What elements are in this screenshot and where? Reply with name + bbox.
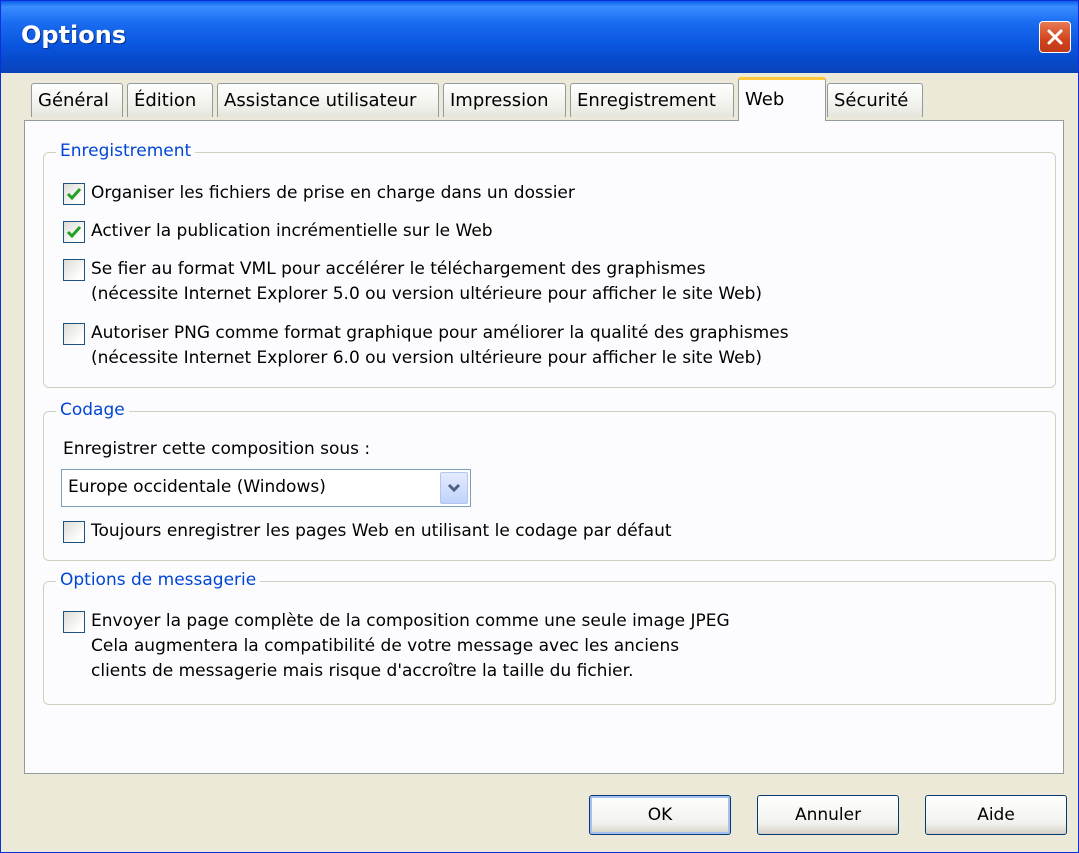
tab-enregistrement[interactable]: Enregistrement <box>570 83 734 117</box>
option-format-vml[interactable]: Se fier au format VML pour accélérer le … <box>63 257 762 307</box>
tab-impression[interactable]: Impression <box>443 83 566 117</box>
option-label: Autoriser PNG comme format graphique pou… <box>91 323 789 368</box>
window-title: Options <box>21 21 127 49</box>
cancel-button[interactable]: Annuler <box>757 795 899 835</box>
chevron-down-icon <box>447 483 461 493</box>
title-bar[interactable]: Options <box>1 1 1078 73</box>
encoding-select[interactable]: Europe occidentale (Windows) <box>61 469 471 507</box>
option-label: Organiser les fichiers de prise en charg… <box>91 183 575 203</box>
option-label: Activer la publication incrémentielle su… <box>91 221 493 241</box>
checkmark-icon <box>66 188 82 201</box>
option-label: Toujours enregistrer les pages Web en ut… <box>91 521 672 541</box>
help-button[interactable]: Aide <box>925 795 1067 835</box>
encoding-value: Europe occidentale (Windows) <box>68 477 326 497</box>
checkbox[interactable] <box>63 323 85 345</box>
group-legend: Codage <box>56 400 129 420</box>
option-publication-incrementielle[interactable]: Activer la publication incrémentielle su… <box>63 219 493 244</box>
checkbox[interactable] <box>63 259 85 281</box>
tab-web[interactable]: Web <box>738 77 826 121</box>
option-organiser-fichiers[interactable]: Organiser les fichiers de prise en charg… <box>63 181 575 206</box>
option-label: Envoyer la page complète de la compositi… <box>91 611 730 681</box>
close-icon <box>1047 29 1063 45</box>
tab-securite[interactable]: Sécurité <box>827 83 923 117</box>
options-dialog: Options Général Édition Assistance utili… <box>0 0 1079 853</box>
save-as-label: Enregistrer cette composition sous : <box>63 439 371 459</box>
tab-general[interactable]: Général <box>31 83 123 117</box>
option-label: Se fier au format VML pour accélérer le … <box>91 259 763 304</box>
tab-assistance-utilisateur[interactable]: Assistance utilisateur <box>217 83 439 117</box>
ok-button[interactable]: OK <box>589 795 731 835</box>
option-format-png[interactable]: Autoriser PNG comme format graphique pou… <box>63 321 789 371</box>
option-toujours-codage-defaut[interactable]: Toujours enregistrer les pages Web en ut… <box>63 519 672 544</box>
close-button[interactable] <box>1039 21 1071 53</box>
checkbox[interactable] <box>63 521 85 543</box>
checkbox[interactable] <box>63 611 85 633</box>
checkbox[interactable] <box>63 221 85 243</box>
group-legend: Options de messagerie <box>56 570 261 590</box>
option-envoyer-jpeg[interactable]: Envoyer la page complète de la compositi… <box>63 609 730 684</box>
checkmark-icon <box>66 226 82 239</box>
checkbox[interactable] <box>63 183 85 205</box>
dropdown-button[interactable] <box>440 472 468 504</box>
tab-edition[interactable]: Édition <box>127 83 213 117</box>
group-legend: Enregistrement <box>56 141 196 161</box>
